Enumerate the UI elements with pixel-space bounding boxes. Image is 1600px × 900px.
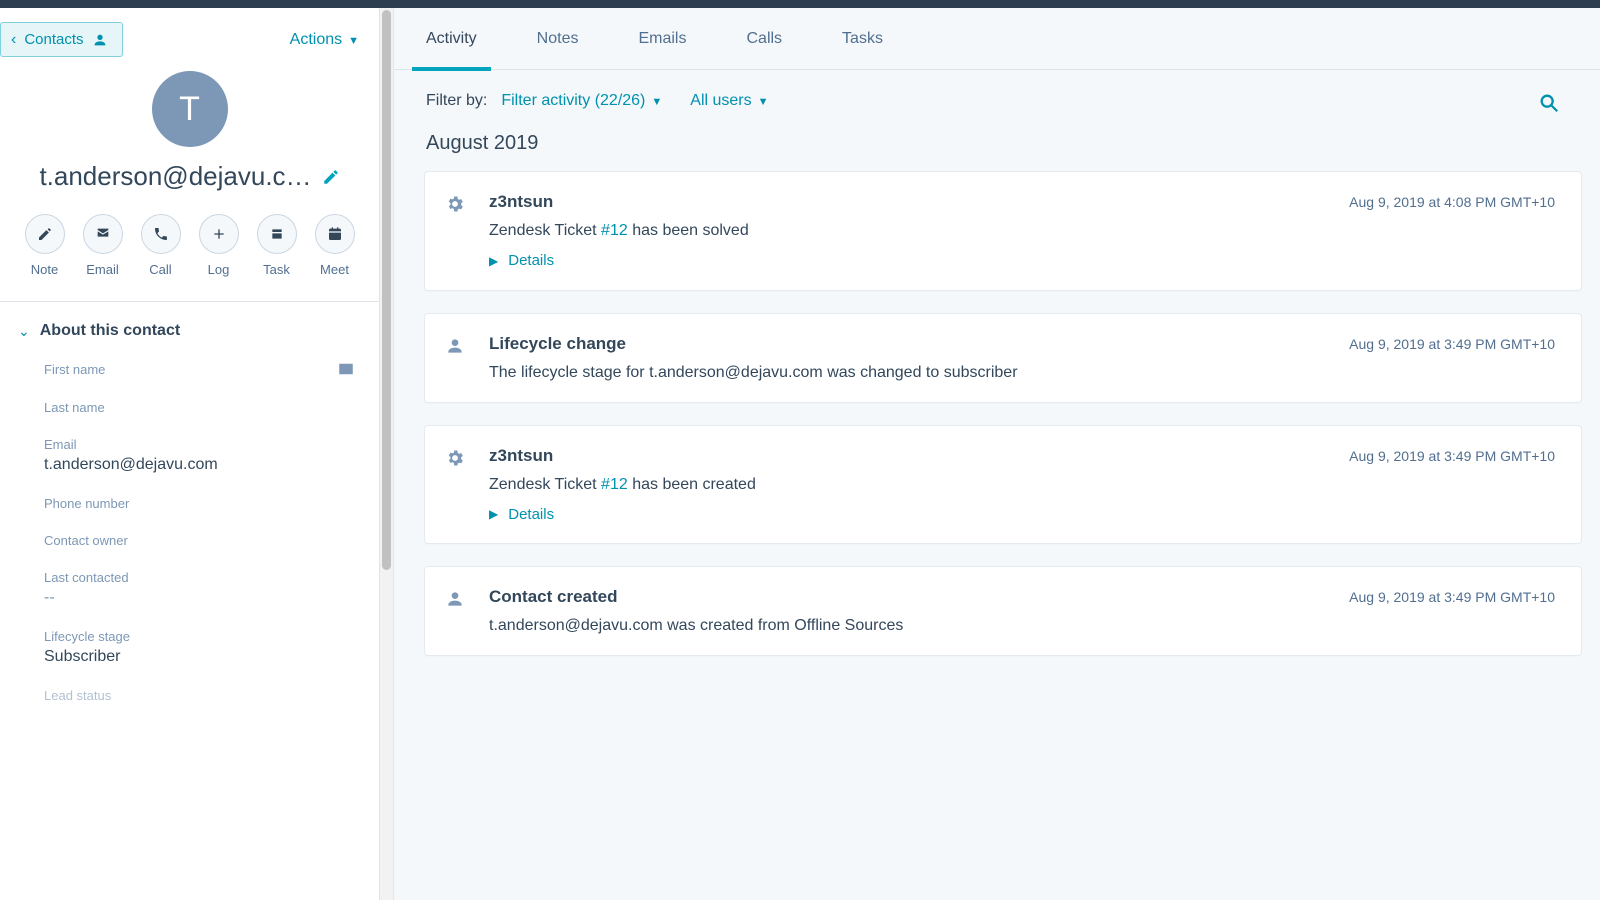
calendar-icon [327, 226, 343, 242]
contact-name: t.anderson@dejavu.c… [39, 161, 311, 192]
field-email[interactable]: Email t.anderson@dejavu.com [44, 437, 355, 474]
task-label: Task [263, 262, 290, 277]
contact-action-row: Note Email Call Log Task [20, 214, 359, 277]
back-to-contacts-button[interactable]: ‹ Contacts [0, 22, 123, 57]
person-icon [445, 334, 467, 382]
call-label: Call [149, 262, 171, 277]
call-button[interactable]: Call [141, 214, 181, 277]
field-owner[interactable]: Contact owner [44, 533, 355, 548]
activity-timestamp: Aug 9, 2019 at 3:49 PM GMT+10 [1349, 336, 1555, 352]
ticket-link[interactable]: #12 [601, 476, 628, 493]
log-label: Log [208, 262, 230, 277]
about-title: About this contact [40, 322, 180, 340]
tab-activity[interactable]: Activity [426, 8, 477, 70]
filter-by-label: Filter by: [426, 92, 487, 110]
chevron-right-icon: ▶ [489, 254, 498, 268]
id-card-icon[interactable] [337, 360, 355, 378]
activity-title: Contact created [489, 587, 617, 607]
activity-title: Lifecycle change [489, 334, 626, 354]
chevron-left-icon: ‹ [11, 32, 16, 48]
email-field-label: Email [44, 437, 77, 452]
activity-card: z3ntsunAug 9, 2019 at 3:49 PM GMT+10Zend… [424, 425, 1582, 545]
gear-icon [445, 446, 467, 524]
main-panel: Activity Notes Emails Calls Tasks Filter… [394, 8, 1600, 900]
actions-dropdown[interactable]: Actions ▼ [290, 31, 359, 49]
scrollbar-thumb[interactable] [382, 10, 391, 570]
person-icon [92, 32, 108, 48]
caret-down-icon: ▼ [758, 96, 769, 108]
email-button[interactable]: Email [83, 214, 123, 277]
note-button[interactable]: Note [25, 214, 65, 277]
month-heading: August 2019 [394, 124, 1600, 171]
activity-timestamp: Aug 9, 2019 at 3:49 PM GMT+10 [1349, 589, 1555, 605]
activity-timestamp: Aug 9, 2019 at 4:08 PM GMT+10 [1349, 194, 1555, 210]
record-tabs: Activity Notes Emails Calls Tasks [394, 8, 1600, 70]
phone-icon [153, 226, 169, 242]
field-last-contacted: Last contacted -- [44, 570, 355, 607]
email-field-value: t.anderson@dejavu.com [44, 456, 355, 474]
activity-card: Contact created Aug 9, 2019 at 3:49 PM GM… [424, 566, 1582, 656]
first-name-label: First name [44, 362, 105, 377]
field-lead-status[interactable]: Lead status [44, 688, 355, 703]
ticket-link[interactable]: #12 [601, 222, 628, 239]
activity-card: z3ntsunAug 9, 2019 at 4:08 PM GMT+10Zend… [424, 171, 1582, 291]
field-last-name[interactable]: Last name [44, 400, 355, 415]
field-lifecycle[interactable]: Lifecycle stage Subscriber [44, 629, 355, 666]
details-toggle[interactable]: ▶Details [489, 506, 554, 523]
chevron-right-icon: ▶ [489, 507, 498, 521]
lead-status-label: Lead status [44, 688, 111, 703]
owner-label: Contact owner [44, 533, 128, 548]
task-button[interactable]: Task [257, 214, 297, 277]
log-button[interactable]: Log [199, 214, 239, 277]
activity-feed: z3ntsunAug 9, 2019 at 4:08 PM GMT+10Zend… [394, 171, 1600, 656]
activity-card: Lifecycle change Aug 9, 2019 at 3:49 PM G… [424, 313, 1582, 403]
gear-icon [445, 192, 467, 270]
task-icon [269, 226, 285, 242]
activity-description: t.anderson@dejavu.com was created from O… [489, 617, 903, 634]
meet-button[interactable]: Meet [315, 214, 355, 277]
note-icon [37, 226, 53, 242]
chevron-down-icon: ⌄ [18, 323, 30, 340]
search-icon[interactable] [1538, 92, 1560, 114]
email-label: Email [86, 262, 119, 277]
plus-icon [211, 226, 227, 242]
actions-label: Actions [290, 31, 342, 49]
lifecycle-value: Subscriber [44, 648, 355, 666]
activity-title: z3ntsun [489, 192, 553, 212]
tab-notes[interactable]: Notes [537, 8, 579, 70]
filter-bar: Filter by: Filter activity (22/26) ▼ All… [394, 70, 1600, 124]
avatar-letter: T [179, 90, 200, 129]
phone-label: Phone number [44, 496, 129, 511]
field-first-name[interactable]: First name [44, 360, 355, 378]
activity-title: z3ntsun [489, 446, 553, 466]
app-topbar [0, 0, 1600, 8]
last-contacted-label: Last contacted [44, 570, 129, 585]
tab-tasks[interactable]: Tasks [842, 8, 883, 70]
field-phone[interactable]: Phone number [44, 496, 355, 511]
activity-timestamp: Aug 9, 2019 at 3:49 PM GMT+10 [1349, 448, 1555, 464]
last-contacted-value: -- [44, 589, 355, 607]
tab-calls[interactable]: Calls [746, 8, 782, 70]
last-name-label: Last name [44, 400, 105, 415]
back-label: Contacts [24, 31, 83, 48]
pencil-icon[interactable] [322, 168, 340, 186]
person-icon [445, 587, 467, 635]
about-section: ⌄ About this contact First name Last nam… [0, 302, 379, 707]
avatar: T [152, 71, 228, 147]
tab-emails[interactable]: Emails [638, 8, 686, 70]
filter-activity-dropdown[interactable]: Filter activity (22/26) ▼ [501, 92, 662, 110]
caret-down-icon: ▼ [348, 35, 359, 47]
contact-profile: T t.anderson@dejavu.c… Note Email [0, 71, 379, 302]
lifecycle-label: Lifecycle stage [44, 629, 130, 644]
email-icon [95, 226, 111, 242]
details-toggle[interactable]: ▶Details [489, 252, 554, 269]
meet-label: Meet [320, 262, 349, 277]
contact-sidebar: ‹ Contacts Actions ▼ T t.anderson@dejavu… [0, 8, 380, 900]
activity-description: The lifecycle stage for t.anderson@dejav… [489, 364, 1018, 381]
about-toggle[interactable]: ⌄ About this contact [18, 322, 355, 340]
filter-users-dropdown[interactable]: All users ▼ [690, 92, 768, 110]
sidebar-scrollbar[interactable] [380, 8, 394, 900]
caret-down-icon: ▼ [651, 96, 662, 108]
note-label: Note [31, 262, 58, 277]
